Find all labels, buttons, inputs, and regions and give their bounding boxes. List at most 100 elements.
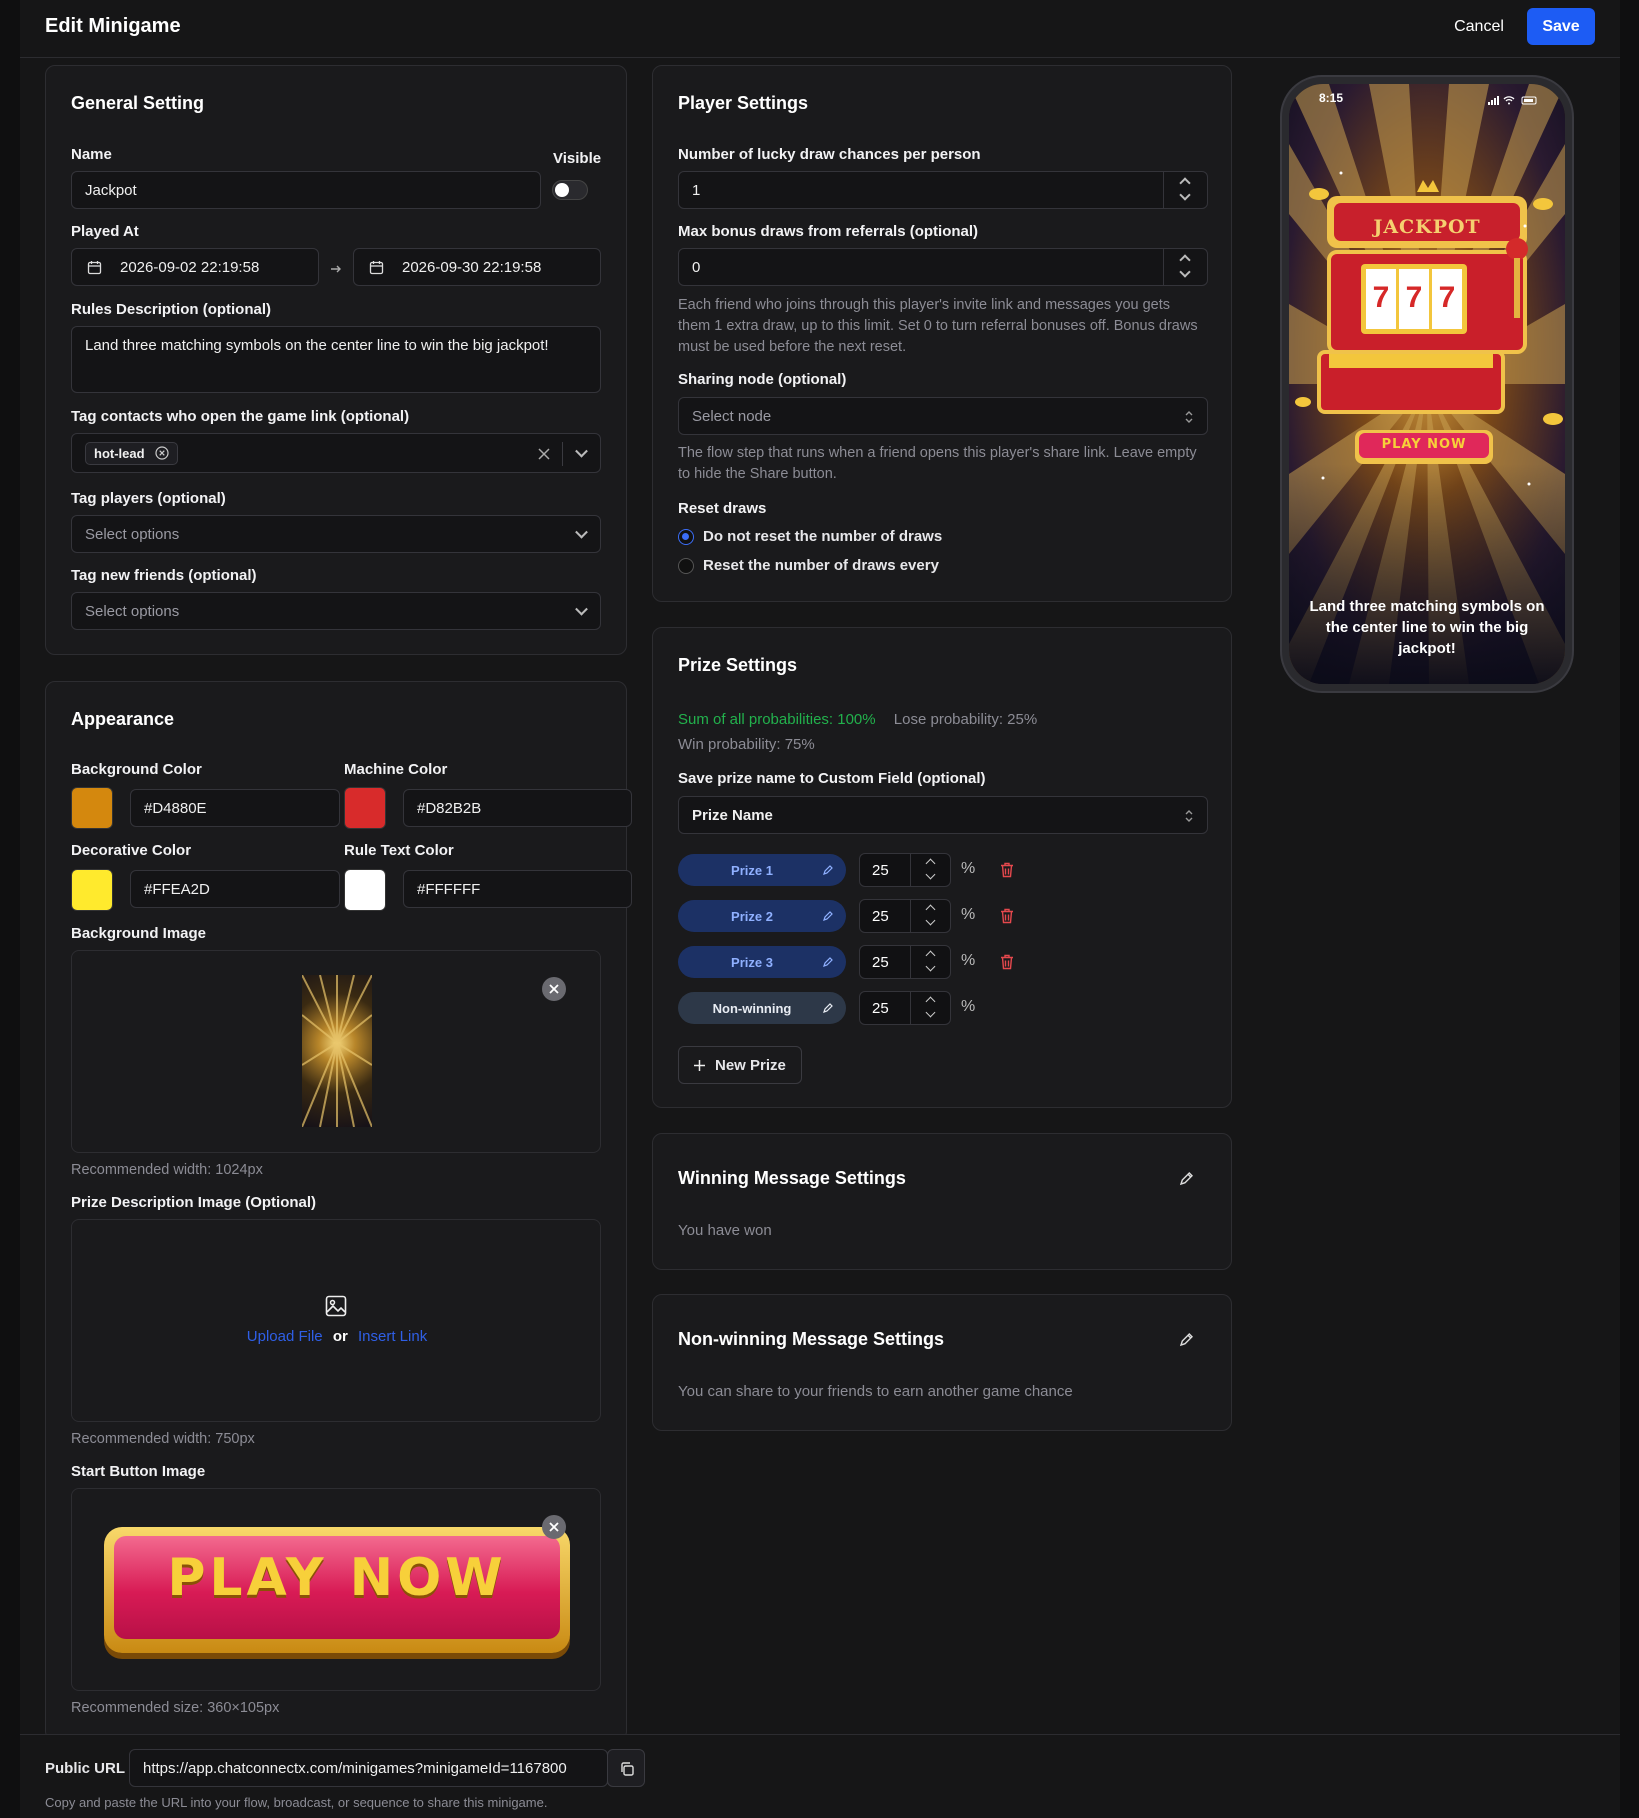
prize-name: Prize 1 [731, 862, 773, 878]
percent-unit: % [961, 998, 976, 1015]
chances-label: Number of lucky draw chances per person [678, 146, 981, 163]
bonus-help: Each friend who joins through this playe… [678, 297, 1198, 355]
decorative-color-swatch[interactable] [71, 869, 113, 911]
chevron-down-icon [575, 602, 588, 616]
tag-friends-label: Tag new friends (optional) [71, 567, 257, 584]
pencil-icon[interactable] [822, 910, 834, 922]
new-prize-button[interactable]: New Prize [678, 1046, 802, 1084]
preview-screen: 8:15 JACKPOT 7 7 7 PLAY NOW Land three m… [1289, 84, 1565, 684]
machine-color-swatch[interactable] [344, 787, 386, 829]
chevron-updown-icon [1185, 411, 1193, 423]
probability-summary: Sum of all probabilities: 100% Lose prob… [678, 711, 1037, 728]
win-probability: Win probability: 75% [678, 736, 815, 753]
prize-pill[interactable]: Prize 1 [678, 854, 846, 886]
start-button-dropzone[interactable]: PLAY NOW [71, 1488, 601, 1691]
public-url-help: Copy and paste the URL into your flow, b… [45, 1795, 548, 1810]
prize-probability-input[interactable]: 25 [859, 945, 951, 979]
general-setting-title: General Setting [71, 93, 205, 113]
visible-toggle[interactable] [552, 180, 588, 200]
reset-option-none-radio[interactable] [678, 529, 694, 545]
lose-probability: Lose probability: 25% [893, 711, 1038, 728]
reset-label: Reset draws [678, 500, 767, 517]
prize-probability-input[interactable]: 25 [859, 853, 951, 887]
rules-label: Rules Description (optional) [71, 301, 272, 318]
custom-field-select[interactable]: Prize Name [678, 796, 1208, 834]
chances-input[interactable]: 1 [678, 171, 1208, 209]
trash-icon[interactable] [1000, 908, 1014, 924]
preview-background [1289, 84, 1565, 684]
machine-color-input[interactable]: #D82B2B [403, 789, 632, 827]
start-date-input[interactable]: 2026-09-02 22:19:58 [71, 248, 319, 286]
prize-name: Non-winning [712, 1000, 792, 1016]
upload-file-link[interactable]: Upload File [247, 1328, 323, 1345]
chances-stepper[interactable] [1163, 172, 1207, 208]
bonus-value: 0 [692, 258, 701, 276]
start-button-image-text: PLAY NOW [167, 1548, 507, 1608]
preview-reel-1: 7 [1372, 281, 1390, 314]
rules-textarea[interactable]: Land three matching symbols on the cente… [71, 326, 601, 393]
bg-color-label: Background Color [71, 761, 202, 778]
preview-rules-text: Land three matching symbols on the cente… [1309, 598, 1545, 657]
prize-probability-input[interactable]: 25 [859, 991, 951, 1025]
bg-image-thumbnail [302, 975, 372, 1127]
reset-option-every-radio[interactable] [678, 558, 694, 574]
reset-option-every-label[interactable]: Reset the number of draws every [703, 557, 939, 574]
sharing-select[interactable]: Select node [678, 397, 1208, 435]
public-url-input[interactable]: https://app.chatconnectx.com/minigames?m… [129, 1749, 608, 1787]
copy-icon [621, 1762, 634, 1776]
pencil-icon[interactable] [822, 864, 834, 876]
prize-pill[interactable]: Prize 3 [678, 946, 846, 978]
prize-pill[interactable]: Prize 2 [678, 900, 846, 932]
tag-chip: hot-lead [85, 441, 178, 465]
bg-image-dropzone[interactable] [71, 950, 601, 1153]
rule-text-color-label: Rule Text Color [344, 842, 454, 859]
arrow-right-icon [331, 265, 341, 273]
name-label: Name [71, 146, 112, 163]
appearance-card: Appearance Background Color Machine Colo… [45, 681, 632, 1741]
preview-play-button[interactable]: PLAY NOW [1359, 437, 1489, 452]
rule-text-color-swatch[interactable] [344, 869, 386, 911]
pencil-icon[interactable] [822, 956, 834, 968]
trash-icon[interactable] [1000, 862, 1014, 878]
tag-players-select[interactable]: Select options [71, 515, 601, 553]
bonus-input[interactable]: 0 [678, 248, 1208, 286]
non-winning-pill[interactable]: Non-winning [678, 992, 846, 1024]
calendar-icon [369, 261, 384, 275]
non-winning-message-title: Non-winning Message Settings [678, 1329, 945, 1349]
end-date-input[interactable]: 2026-09-30 22:19:58 [353, 248, 601, 286]
prize-image-dropzone[interactable]: Upload File or Insert Link [71, 1219, 601, 1422]
prize-probability-value: 25 [872, 954, 889, 971]
tag-friends-select[interactable]: Select options [71, 592, 601, 630]
insert-link-link[interactable]: Insert Link [358, 1328, 427, 1345]
edit-icon[interactable] [1179, 1170, 1195, 1186]
prize-probability-input[interactable]: 25 [859, 899, 951, 933]
remove-chip-icon[interactable] [154, 446, 169, 460]
name-input[interactable]: Jackpot [71, 171, 541, 209]
phone-preview: 8:15 JACKPOT 7 7 7 PLAY NOW Land three m… [1280, 75, 1574, 693]
reset-option-none-label[interactable]: Do not reset the number of draws [703, 528, 942, 545]
rule-text-color-input[interactable]: #FFFFFF [403, 870, 632, 908]
clear-icon[interactable] [538, 448, 550, 460]
start-button-label: Start Button Image [71, 1463, 206, 1480]
decorative-color-input[interactable]: #FFEA2D [130, 870, 340, 908]
sharing-help: The flow step that runs when a friend op… [678, 445, 1197, 482]
save-button[interactable]: Save [1527, 8, 1595, 45]
cancel-button[interactable]: Cancel [1438, 9, 1520, 45]
preview-reel-3: 7 [1438, 281, 1456, 314]
remove-start-button-image[interactable] [542, 1515, 566, 1539]
calendar-icon [87, 261, 102, 275]
chevron-updown-icon [1185, 810, 1193, 822]
bg-color-swatch[interactable] [71, 787, 113, 829]
pencil-icon[interactable] [822, 1002, 834, 1014]
edit-icon[interactable] [1179, 1331, 1195, 1347]
trash-icon[interactable] [1000, 954, 1014, 970]
prize-image-note: Recommended width: 750px [71, 1431, 255, 1447]
remove-bg-image-button[interactable] [542, 977, 566, 1001]
copy-url-button[interactable] [607, 1749, 645, 1787]
bonus-stepper[interactable] [1163, 249, 1207, 285]
sunburst-image [302, 975, 372, 1127]
tag-contacts-select[interactable]: hot-lead [71, 433, 601, 473]
non-winning-message-text: You can share to your friends to earn an… [678, 1383, 1073, 1400]
bg-color-input[interactable]: #D4880E [130, 789, 340, 827]
decorative-color-label: Decorative Color [71, 842, 192, 859]
